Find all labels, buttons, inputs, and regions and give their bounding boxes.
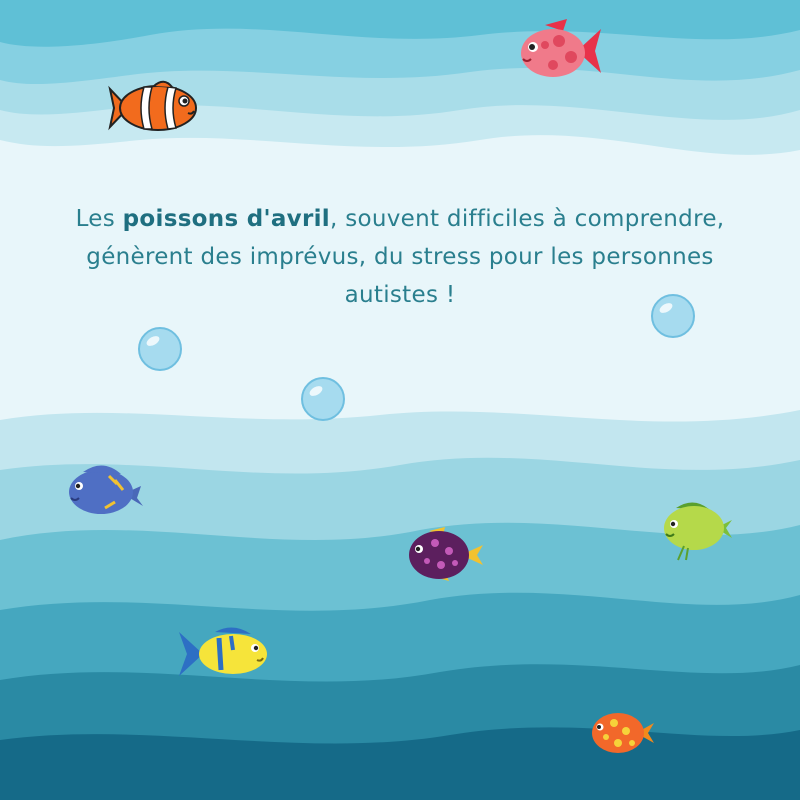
pink-spotted-fish-icon: [521, 19, 601, 77]
message-highlight: poissons d'avril: [122, 206, 330, 232]
bubble-icon: [651, 294, 695, 338]
orange-spotted-fish-icon: [592, 713, 654, 753]
green-fish-icon: [664, 502, 732, 561]
bubble-icon: [301, 377, 345, 421]
yellow-blue-fish-icon: [179, 627, 267, 676]
bubble-icon: [138, 327, 182, 371]
purple-spotted-fish-icon: [409, 527, 483, 581]
clownfish-icon: [108, 80, 197, 131]
blue-fish-icon: [69, 465, 143, 514]
message-intro: Les: [75, 206, 123, 232]
ocean-scene: Les poissons d'avril, souvent difficiles…: [0, 0, 800, 800]
